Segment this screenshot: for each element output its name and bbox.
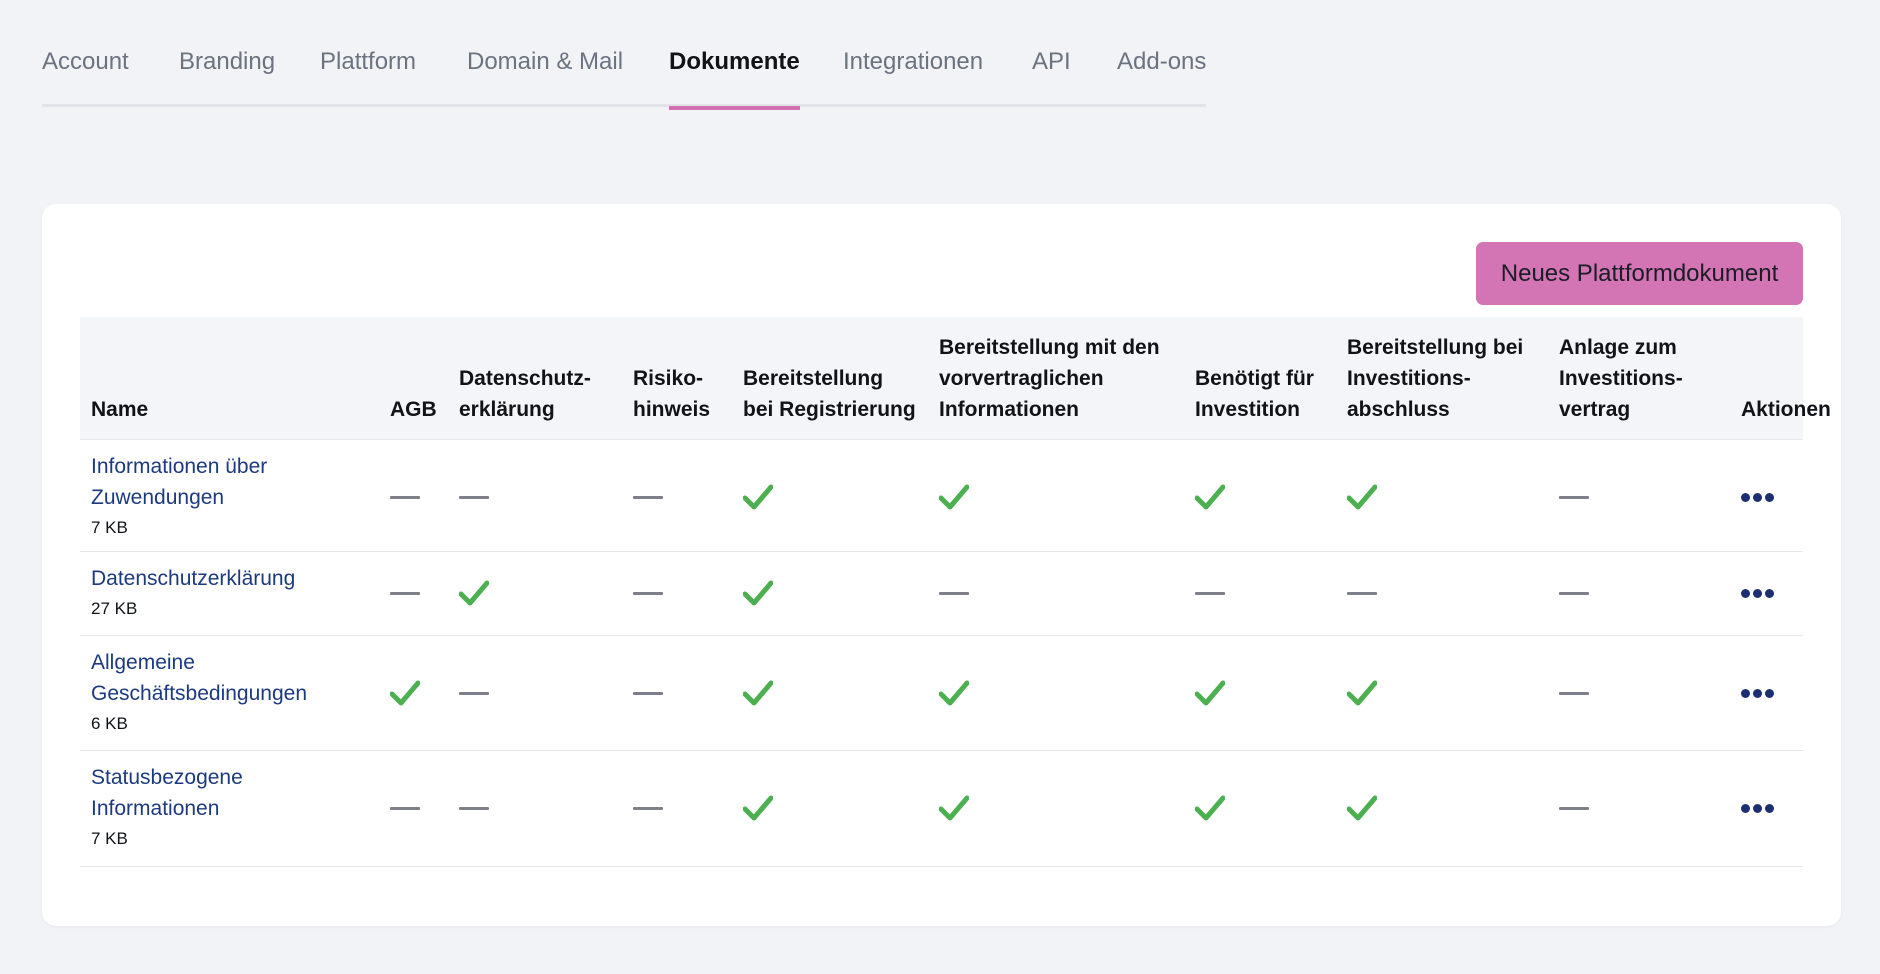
document-name-link[interactable]: Informationen über Zuwendungen [91, 451, 331, 513]
column-header: Benötigt für Investition [1195, 367, 1314, 421]
dash-icon [459, 692, 489, 695]
dash-icon [390, 496, 420, 499]
dash-icon [633, 592, 663, 595]
dash-icon [1195, 592, 1225, 595]
dash-icon [633, 807, 663, 810]
column-header: Aktionen [1741, 398, 1831, 421]
more-actions-icon[interactable] [1741, 586, 1775, 600]
more-actions-icon[interactable] [1741, 490, 1775, 504]
check-icon [743, 580, 773, 606]
more-actions-icon[interactable] [1741, 801, 1775, 815]
new-platform-document-button[interactable]: Neues Plattformdokument [1476, 242, 1803, 305]
column-header: Bereitstellung bei Investitions-abschluss [1347, 336, 1524, 421]
dash-icon [1559, 496, 1589, 499]
document-size: 7 KB [91, 518, 128, 537]
tab-dokumente[interactable]: Dokumente [669, 48, 800, 110]
documents-card: Neues Plattformdokument Name AGB Datenschu… [42, 204, 1841, 926]
dash-icon [1559, 807, 1589, 810]
column-header: Datenschutz-erklärung [459, 367, 591, 421]
check-icon [939, 484, 969, 510]
dash-icon [1559, 592, 1589, 595]
column-header: Name [91, 398, 149, 421]
check-icon [743, 680, 773, 706]
column-header: Bereitstellung mit den vorvertraglichen In… [939, 336, 1160, 421]
column-header: Bereitstellung bei Registrierung [743, 367, 916, 421]
dash-icon [459, 496, 489, 499]
document-size: 27 KB [91, 599, 138, 618]
settings-tab-bar: Account Branding Plattform Domain & Mail Dok… [42, 0, 1206, 110]
check-icon [1195, 795, 1225, 821]
document-size: 6 KB [91, 714, 128, 733]
check-icon [1347, 795, 1377, 821]
tab-add-ons[interactable]: Add-ons [1117, 48, 1206, 107]
table-row: Statusbezogene Informationen 7 KB [80, 750, 1803, 867]
document-name-link[interactable]: Statusbezogene Informationen [91, 762, 331, 824]
dash-icon [1559, 692, 1589, 695]
check-icon [390, 680, 420, 706]
tab-account[interactable]: Account [42, 48, 129, 107]
dash-icon [390, 592, 420, 595]
column-header: AGB [390, 398, 437, 421]
tab-domain-mail[interactable]: Domain & Mail [467, 48, 623, 107]
tab-branding[interactable]: Branding [179, 48, 275, 107]
check-icon [939, 795, 969, 821]
table-row: Datenschutzerklärung 27 KB [80, 551, 1803, 636]
tab-integrationen[interactable]: Integrationen [843, 48, 983, 107]
check-icon [939, 680, 969, 706]
more-actions-icon[interactable] [1741, 686, 1775, 700]
dash-icon [1347, 592, 1377, 595]
column-header: Risiko-hinweis [633, 367, 711, 421]
check-icon [743, 795, 773, 821]
document-size: 7 KB [91, 829, 128, 848]
check-icon [459, 580, 489, 606]
check-icon [1347, 680, 1377, 706]
dash-icon [390, 807, 420, 810]
check-icon [1195, 680, 1225, 706]
dash-icon [939, 592, 969, 595]
dash-icon [633, 496, 663, 499]
column-header: Anlage zum Investitions-vertrag [1559, 336, 1683, 421]
check-icon [743, 484, 773, 510]
check-icon [1347, 484, 1377, 510]
table-row: Informationen über Zuwendungen 7 KB [80, 439, 1803, 552]
document-name-link[interactable]: Allgemeine Geschäftsbedingungen [91, 647, 331, 709]
check-icon [1195, 484, 1225, 510]
table-header: Name AGB Datenschutz-erklärung Risiko-hinwe… [80, 317, 1831, 440]
tab-api[interactable]: API [1032, 48, 1071, 107]
document-name-link[interactable]: Datenschutzerklärung [91, 563, 331, 594]
dash-icon [459, 807, 489, 810]
dash-icon [633, 692, 663, 695]
table-row: Allgemeine Geschäftsbedingungen 6 KB [80, 635, 1803, 751]
tab-plattform[interactable]: Plattform [320, 48, 416, 107]
